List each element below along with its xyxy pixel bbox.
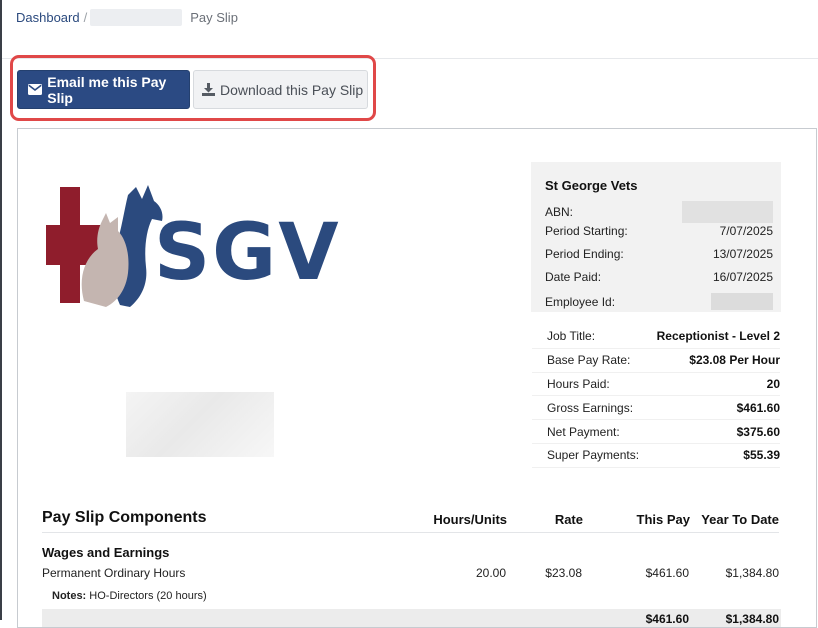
job-details-list: Job Title: Receptionist - Level 2 Base Pa…: [532, 325, 780, 468]
row-name: Permanent Ordinary Hours: [42, 566, 186, 580]
download-payslip-button[interactable]: Download this Pay Slip: [193, 70, 368, 109]
breadcrumb-dashboard-link[interactable]: Dashboard: [16, 10, 80, 25]
envelope-icon: [27, 82, 42, 98]
period-end-label: Period Ending:: [545, 247, 624, 261]
row-this-pay: $461.60: [645, 566, 689, 580]
notes-text: HO-Directors (20 hours): [89, 590, 207, 602]
period-start-label: Period Starting:: [545, 224, 628, 238]
breadcrumb-redacted-item: [90, 9, 183, 26]
total-this-pay: $461.60: [645, 612, 689, 626]
wages-section-label: Wages and Earnings: [42, 545, 170, 560]
hours-paid-row: Hours Paid: 20: [532, 373, 780, 397]
job-title-row: Job Title: Receptionist - Level 2: [532, 325, 780, 349]
date-paid-value: 16/07/2025: [712, 270, 773, 284]
employer-info-box: St George Vets ABN: Period Starting: 7/07…: [531, 162, 781, 312]
super-payments-row: Super Payments: $55.39: [532, 444, 780, 468]
col-year-to-date: Year To Date: [701, 512, 779, 527]
date-paid-label: Date Paid:: [545, 270, 602, 284]
col-hours-units: Hours/Units: [433, 512, 507, 527]
components-title: Pay Slip Components: [42, 509, 207, 526]
period-end-value: 13/07/2025: [712, 247, 773, 261]
download-payslip-label: Download this Pay Slip: [220, 81, 364, 98]
row-rate: $23.08: [545, 566, 582, 580]
logo-text: SGV: [154, 208, 341, 298]
notes-label: Notes:: [52, 590, 87, 602]
row-hours: 20.00: [475, 566, 506, 580]
email-payslip-label: Email me this Pay Slip: [47, 73, 167, 106]
row-notes: Notes: HO-Directors (20 hours): [52, 590, 207, 602]
sgv-logo: SGV: [46, 185, 341, 307]
breadcrumb-current: Pay Slip: [190, 10, 238, 25]
email-payslip-button[interactable]: Email me this Pay Slip: [17, 70, 190, 109]
period-start-value: 7/07/2025: [719, 224, 773, 238]
abn-label: ABN:: [545, 205, 574, 219]
net-payment-row: Net Payment: $375.60: [532, 420, 780, 444]
wages-total-row: $461.60 $1,384.80: [42, 609, 781, 627]
employee-id-label: Employee Id:: [545, 294, 616, 309]
download-icon: [200, 82, 216, 98]
total-ytd: $1,384.80: [725, 612, 779, 626]
employer-name: St George Vets: [545, 178, 638, 193]
gross-earnings-row: Gross Earnings: $461.60: [532, 396, 780, 421]
payslip-document: SGV St George Vets ABN: Period Starting:…: [17, 128, 817, 628]
base-pay-rate-row: Base Pay Rate: $23.08 Per Hour: [532, 349, 780, 373]
breadcrumb-separator: /: [83, 10, 88, 25]
col-this-pay: This Pay: [636, 512, 690, 527]
abn-redacted: [682, 201, 773, 223]
row-ytd: $1,384.80: [725, 566, 779, 580]
employee-address-redacted: [126, 392, 274, 457]
col-rate: Rate: [554, 512, 583, 527]
components-header: Pay Slip Components Hours/Units Rate Thi…: [42, 506, 779, 533]
employee-id-redacted: [711, 293, 773, 310]
breadcrumb: Dashboard / Pay Slip: [16, 9, 238, 26]
left-edge-rule: [0, 0, 2, 620]
